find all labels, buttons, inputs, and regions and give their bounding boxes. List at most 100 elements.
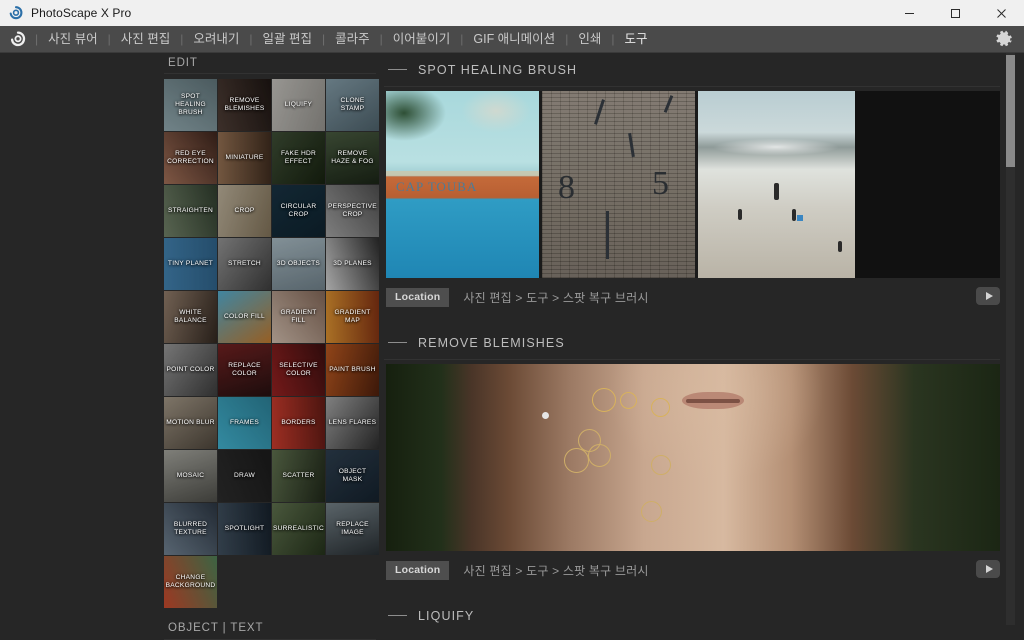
- tool-tile-remove-haze-fog[interactable]: REMOVE HAZE & FOG: [326, 132, 379, 184]
- tool-tile-label: STRETCH: [228, 260, 261, 267]
- scrollbar-thumb[interactable]: [1006, 55, 1015, 167]
- play-icon[interactable]: [976, 287, 1000, 305]
- location-badge: Location: [386, 287, 450, 307]
- location-badge: Location: [386, 560, 450, 580]
- tool-tile-change-background[interactable]: CHANGE BACKGROUND: [164, 556, 217, 608]
- tool-tile-3d-objects[interactable]: 3D OBJECTS: [272, 238, 325, 290]
- tool-tile-red-eye-correction[interactable]: RED EYE CORRECTION: [164, 132, 217, 184]
- breadcrumb: 사진 편집 > 도구 > 스팟 복구 브러시: [463, 290, 649, 305]
- menu-item-collage[interactable]: 콜라주: [326, 26, 379, 53]
- tool-tile-liquify[interactable]: LIQUIFY: [272, 79, 325, 131]
- menu-item-photo-edit[interactable]: 사진 편집: [112, 26, 179, 53]
- section-liquify: LIQUIFY: [380, 599, 1024, 625]
- close-button[interactable]: [978, 0, 1024, 26]
- tool-tile-frames[interactable]: FRAMES: [218, 397, 271, 449]
- tool-tile-replace-image[interactable]: REPLACE IMAGE: [326, 503, 379, 555]
- section-remove-blemishes: REMOVE BLEMISHES Location 사진 편집 > 도구 > 스…: [380, 326, 1024, 581]
- window-title: PhotoScape X Pro: [31, 6, 132, 20]
- tool-tile-label: PERSPECTIVE CROP: [328, 203, 377, 218]
- tool-tile-straighten[interactable]: STRAIGHTEN: [164, 185, 217, 237]
- maximize-button[interactable]: [932, 0, 978, 26]
- menu-item-batch-edit[interactable]: 일괄 편집: [253, 26, 320, 53]
- preview-cell-pool: CAP TOUBA: [386, 91, 539, 278]
- tool-tile-perspective-crop[interactable]: PERSPECTIVE CROP: [326, 185, 379, 237]
- tool-tile-miniature[interactable]: MINIATURE: [218, 132, 271, 184]
- tool-tile-object-mask[interactable]: OBJECT MASK: [326, 450, 379, 502]
- tool-tile-label: CLONE STAMP: [340, 97, 365, 112]
- gear-icon[interactable]: [995, 30, 1014, 49]
- tool-tile-spotlight[interactable]: SPOTLIGHT: [218, 503, 271, 555]
- menu-item-print[interactable]: 인쇄: [569, 26, 610, 53]
- tool-tile-crop[interactable]: CROP: [218, 185, 271, 237]
- tool-tile-circular-crop[interactable]: CIRCULAR CROP: [272, 185, 325, 237]
- tool-tile-fake-hdr-effect[interactable]: FAKE HDR EFFECT: [272, 132, 325, 184]
- section-dash-icon: [388, 342, 407, 343]
- tool-tile-label: COLOR FILL: [224, 313, 265, 320]
- tool-tile-label: DRAW: [234, 472, 255, 479]
- location-bar: Location 사진 편집 > 도구 > 스팟 복구 브러시: [386, 559, 1000, 581]
- tool-tile-label: 3D OBJECTS: [276, 260, 321, 267]
- tool-tile-label: LIQUIFY: [284, 101, 313, 108]
- app-body: EDIT SPOT HEALING BRUSH REMOVE BLEMISHES L…: [0, 53, 1024, 640]
- preview-image-triptych[interactable]: CAP TOUBA 8 5: [386, 91, 1000, 278]
- tool-tile-label: MOTION BLUR: [166, 419, 215, 426]
- tool-tile-label: REPLACE COLOR: [228, 362, 261, 377]
- tool-tile-color-fill[interactable]: COLOR FILL: [218, 291, 271, 343]
- tool-tile-gradient-map[interactable]: GRADIENT MAP: [326, 291, 379, 343]
- tool-tile-lens-flares[interactable]: LENS FLARES: [326, 397, 379, 449]
- tool-tile-label: REMOVE HAZE & FOG: [331, 150, 374, 165]
- tool-tile-label: PAINT BRUSH: [329, 366, 376, 373]
- tool-tile-label: STRAIGHTEN: [168, 207, 213, 214]
- tool-tile-label: FAKE HDR EFFECT: [281, 150, 316, 165]
- tool-tile-white-balance[interactable]: WHITE BALANCE: [164, 291, 217, 343]
- tool-tile-stretch[interactable]: STRETCH: [218, 238, 271, 290]
- menu-item-combine[interactable]: 이어붙이기: [384, 26, 460, 53]
- tool-tile-label: SPOTLIGHT: [224, 525, 265, 532]
- tool-tile-draw[interactable]: DRAW: [218, 450, 271, 502]
- menu-item-cutout[interactable]: 오려내기: [184, 26, 248, 53]
- tool-tile-label: RED EYE CORRECTION: [167, 150, 214, 165]
- tool-tile-label: BORDERS: [281, 419, 316, 426]
- photoscape-logo-icon: [8, 5, 24, 21]
- tool-tile-label: CHANGE BACKGROUND: [165, 574, 216, 589]
- tool-tile-blurred-texture[interactable]: BLURRED TEXTURE: [164, 503, 217, 555]
- tool-tile-label: GRADIENT FILL: [280, 309, 317, 324]
- tool-tile-label: MINIATURE: [225, 154, 264, 161]
- tool-tile-replace-color[interactable]: REPLACE COLOR: [218, 344, 271, 396]
- tool-tile-spot-healing-brush[interactable]: SPOT HEALING BRUSH: [164, 79, 217, 131]
- preview-image-portrait[interactable]: [386, 364, 1000, 551]
- tool-tile-surrealistic[interactable]: SURREALISTIC: [272, 503, 325, 555]
- tool-tile-paint-brush[interactable]: PAINT BRUSH: [326, 344, 379, 396]
- tool-tile-borders[interactable]: BORDERS: [272, 397, 325, 449]
- section-dash-icon: [388, 69, 407, 70]
- tool-tile-tiny-planet[interactable]: TINY PLANET: [164, 238, 217, 290]
- tool-tile-motion-blur[interactable]: MOTION BLUR: [164, 397, 217, 449]
- tool-tile-gradient-fill[interactable]: GRADIENT FILL: [272, 291, 325, 343]
- minimize-button[interactable]: [886, 0, 932, 26]
- tool-tile-point-color[interactable]: POINT COLOR: [164, 344, 217, 396]
- tool-tile-label: REMOVE BLEMISHES: [224, 97, 265, 112]
- section-title: LIQUIFY: [418, 608, 475, 623]
- play-icon[interactable]: [976, 560, 1000, 578]
- section-header: SPOT HEALING BRUSH: [384, 53, 1000, 87]
- tool-tile-scatter[interactable]: SCATTER: [272, 450, 325, 502]
- tool-tile-label: SELECTIVE COLOR: [279, 362, 318, 377]
- tool-tile-grid: SPOT HEALING BRUSH REMOVE BLEMISHES LIQUIF…: [160, 79, 380, 609]
- tool-tile-3d-planes[interactable]: 3D PLANES: [326, 238, 379, 290]
- tool-tile-remove-blemishes[interactable]: REMOVE BLEMISHES: [218, 79, 271, 131]
- menu-item-tools[interactable]: 도구: [615, 26, 656, 53]
- section-dash-icon: [388, 615, 407, 616]
- tool-tile-mosaic[interactable]: MOSAIC: [164, 450, 217, 502]
- tool-tile-selective-color[interactable]: SELECTIVE COLOR: [272, 344, 325, 396]
- sidebar-section-title: EDIT: [164, 53, 376, 74]
- content-scrollbar[interactable]: [1006, 53, 1015, 625]
- menu-item-photo-viewer[interactable]: 사진 뷰어: [39, 26, 106, 53]
- section-header: LIQUIFY: [384, 599, 1000, 625]
- preview-cell-portrait: [386, 364, 1000, 551]
- tool-tile-clone-stamp[interactable]: CLONE STAMP: [326, 79, 379, 131]
- tool-tile-label: GRADIENT MAP: [334, 309, 371, 324]
- menu-item-gif-animation[interactable]: GIF 애니메이션: [464, 26, 564, 53]
- app-logo-icon[interactable]: [8, 29, 28, 49]
- content-panel: SPOT HEALING BRUSH CAP TOUBA 8 5 Locatio…: [380, 53, 1024, 625]
- tool-tile-label: SPOT HEALING BRUSH: [175, 93, 206, 116]
